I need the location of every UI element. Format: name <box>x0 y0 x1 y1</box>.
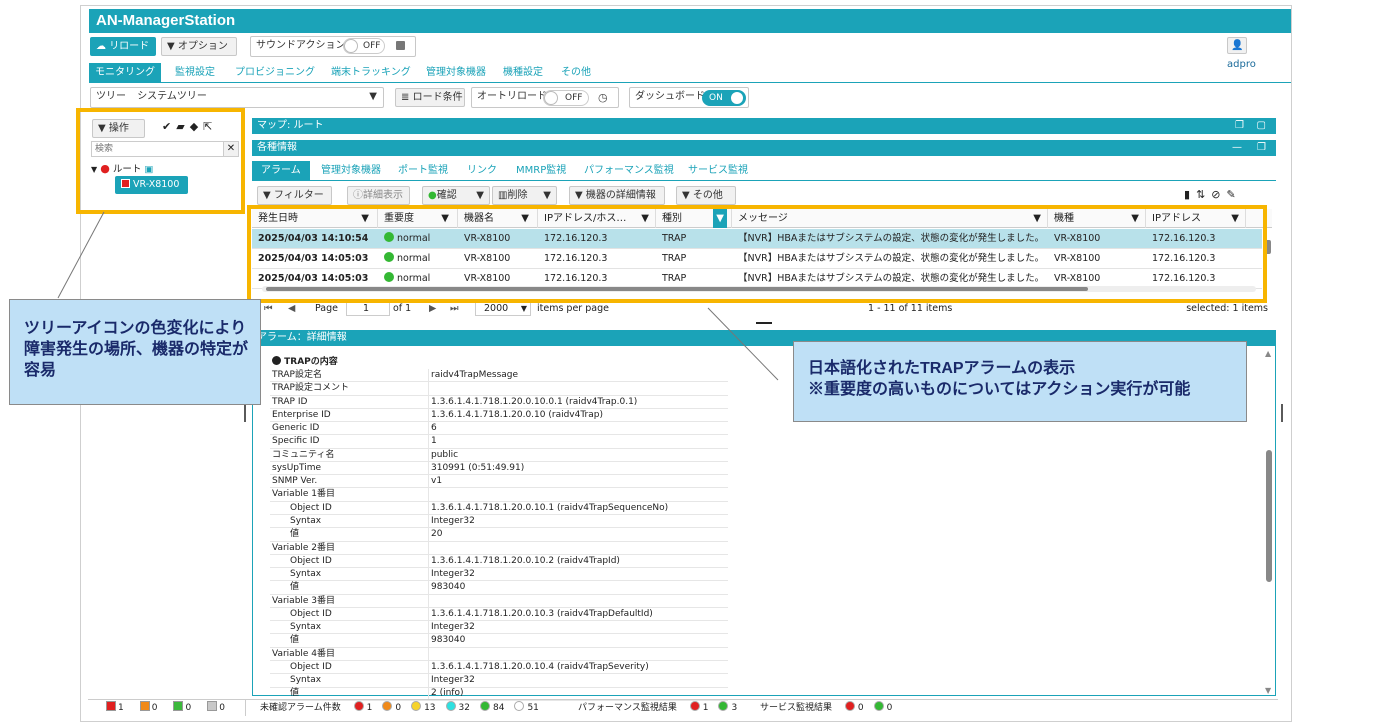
note-trap-line1: 日本語化されたTRAPアラームの表示 <box>808 360 1076 377</box>
note-trap-alarm: 日本語化されたTRAPアラームの表示 ※重要度の高いものについてはアクション実行… <box>793 341 1247 422</box>
note-trap-line2: ※重要度の高いものについてはアクション実行が可能 <box>808 381 1191 398</box>
note-tree-icon: ツリーアイコンの色変化により障害発生の場所、機器の特定が容易 <box>9 299 261 405</box>
